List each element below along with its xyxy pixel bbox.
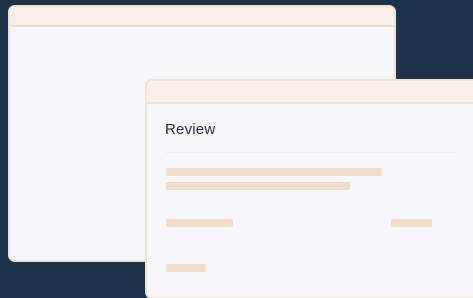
review-title: Review [165,121,216,138]
background-window-titlebar[interactable] [10,7,394,27]
skeleton-field-value [391,219,432,227]
skeleton-text-line [166,182,350,190]
review-window-titlebar[interactable] [147,81,473,104]
skeleton-field-label [166,219,233,227]
skeleton-footer-text [166,264,206,272]
title-divider [165,152,457,153]
desktop: Review [0,0,473,298]
skeleton-text-line [166,168,382,176]
review-window[interactable]: Review [145,79,473,298]
